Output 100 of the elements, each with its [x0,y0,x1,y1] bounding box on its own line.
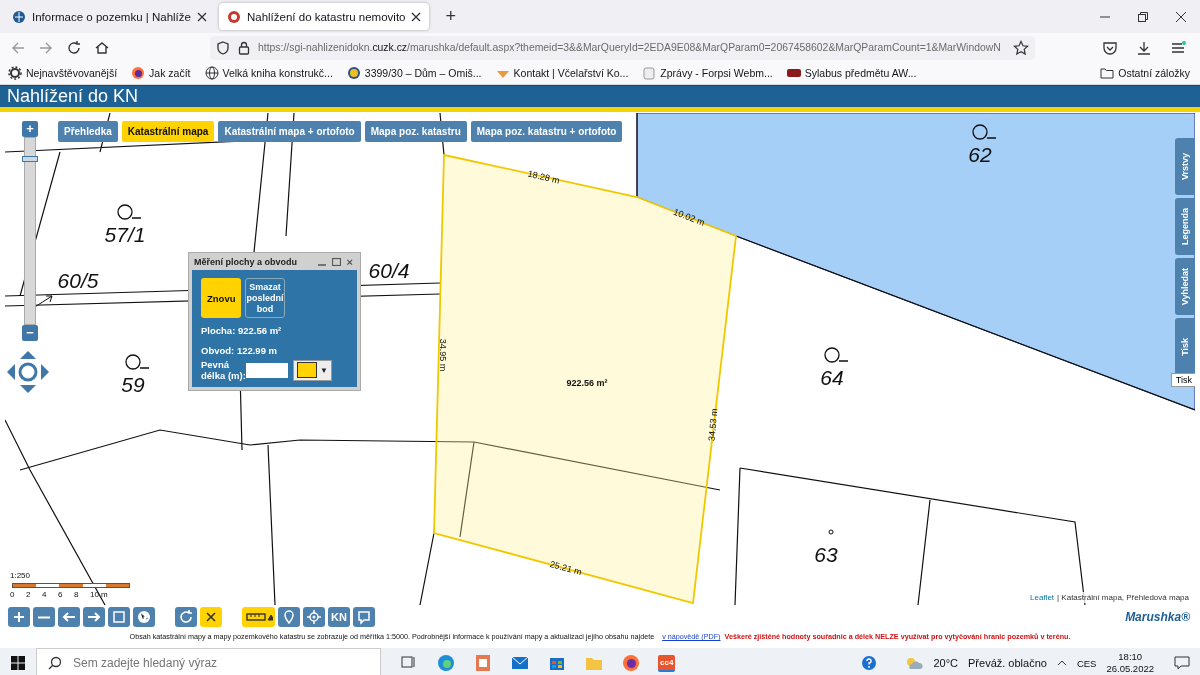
address-bar[interactable]: https://sgi-nahlizenidokn.cuzk.cz/marushka/default.aspx?themeid=3&&MarQueryId=2EDA9E08&MarQParam0=2067458602&MarQParamCount=1&MarWindowN [210,35,1035,60]
perimeter-value: Obvod: 122.99 m [201,345,279,356]
minus-icon [38,615,50,619]
side-panel-tab[interactable]: Tisk [1175,318,1195,375]
zoom-slider-thumb[interactable] [22,156,38,163]
length-label: 34.95 m [438,338,448,372]
zoom-in-button[interactable]: + [22,121,38,137]
close-button[interactable]: × [346,255,357,268]
map-layer-tab[interactable]: Mapa poz. katastru [364,121,467,142]
map-layer-tab[interactable]: Katastrální mapa + ortofoto [218,121,361,142]
zoom-in-button[interactable] [8,607,30,627]
again-button[interactable]: Znovu [201,278,241,318]
locate-button[interactable] [303,607,325,627]
map-layer-tab[interactable]: Katastrální mapa [121,121,215,142]
zoom-out-button[interactable] [33,607,55,627]
powerpoint-icon[interactable] [473,653,493,673]
side-panel-tab[interactable]: Vyhledat [1175,258,1195,315]
selection-button[interactable] [353,607,375,627]
chevron-up-icon[interactable] [1056,660,1067,666]
scale-tick-label: 2 [26,590,32,599]
zoom-slider[interactable] [24,137,36,325]
side-panel-tab[interactable]: Vrstvy [1175,138,1195,195]
refresh-icon [177,608,195,626]
fixed-length-label: Pevná délka (m): [201,359,246,381]
side-panel-tab[interactable]: Legenda [1175,198,1195,255]
pin-button[interactable] [278,607,300,627]
browser-tab[interactable]: Informace o pozemku | Nahlíže [4,3,215,30]
clock-time: 18:10 [1117,651,1144,663]
scale-tick-label: 4 [42,590,48,599]
scale-tick-label: 0 [10,590,16,599]
measure-button[interactable] [242,607,275,627]
edge-icon[interactable] [436,653,456,673]
notification-icon[interactable] [1174,656,1190,670]
close-icon[interactable] [196,11,207,22]
restore-icon[interactable] [1138,11,1148,22]
parcel-number: 60/5 [57,269,99,292]
area-value: Plocha: 922.56 m² [201,325,283,336]
bookmark[interactable]: Jak začít [131,66,191,80]
pocket-icon[interactable] [1102,39,1118,56]
forward-button[interactable] [83,607,105,627]
star-icon[interactable] [1013,39,1029,56]
cadastre-button[interactable]: KN [328,607,350,627]
url-text: https://sgi-nahlizenidokn.cuzk.cz/marushka/default.aspx?themeid=3&&MarQueryId=2EDA9E08&MarQParam0=2067458602&MarQParamCount=1&MarWindowN [258,42,1001,53]
color-dropdown[interactable]: ▼ [293,359,332,381]
parcel-marker-icon [125,354,150,370]
browser-tab[interactable]: Nahlížení do katastru nemovito [218,3,430,30]
globe-button[interactable] [133,607,155,627]
gear-icon [8,66,22,80]
close-icon[interactable] [1176,11,1186,22]
delete-last-point-button[interactable]: Smazat poslední bod [245,278,285,318]
other-bookmarks[interactable]: Ostatní záložky [1100,67,1200,79]
help-icon[interactable] [861,655,878,671]
back-button[interactable] [58,607,80,627]
menu-icon[interactable] [1170,39,1186,56]
length-label: 18.28 m [526,168,561,186]
scale-tick-label: 10 m [90,590,108,599]
close-icon[interactable] [411,11,422,22]
full-extent-button[interactable] [108,607,130,627]
pan-control[interactable] [5,349,51,395]
parcel-number: 64 [820,366,844,389]
fixed-length-field[interactable] [246,362,288,378]
tab-title: Nahlížení do katastru nemovito [246,10,406,23]
maximize-icon[interactable] [331,257,341,266]
shield-icon[interactable] [216,40,230,55]
site-logo-icon [226,9,241,24]
map-layer-tab[interactable]: Přehledka [58,121,118,142]
app-icon[interactable]: cc4 [658,654,676,672]
bookmark[interactable]: Zprávy - Forpsi Webm... [642,66,773,80]
new-tab-button[interactable]: + [439,5,462,28]
taskbar-search-field[interactable]: Sem zadejte hledaný výraz [36,648,381,675]
firefox-icon[interactable] [621,653,641,673]
attribution-text: | Katastrální mapa, Přehledová mapa [1057,593,1189,602]
bookmark[interactable]: Nejnavštěvovanější [8,66,118,80]
parcel-dot-icon [828,529,834,535]
refresh-button[interactable] [175,607,197,627]
globe-logo-icon [12,9,26,24]
length-label: 34.53 m [706,408,720,442]
bookmark[interactable]: Velká kniha konstrukč... [204,66,333,80]
crosshair-icon [305,608,323,626]
home-icon[interactable] [94,39,110,56]
zoom-out-button[interactable]: − [22,325,38,341]
dialog-title: Měření plochy a obvodu [193,256,297,267]
leaflet-link[interactable]: Leaflet [1030,593,1055,602]
length-label: 10.02 m [672,206,707,228]
bookmark[interactable]: 3399/30 – Dům – Omiš... [346,66,482,80]
windows-logo-icon[interactable] [11,656,25,670]
speech-bubble-icon [355,608,373,626]
bookmark[interactable]: Kontakt | Včelařství Ko... [495,66,629,80]
scale-ratio: 1:250 [10,571,32,580]
download-icon[interactable] [1136,39,1152,56]
globe-icon [204,66,219,80]
language-indicator[interactable]: CES [1076,657,1097,669]
map-layer-tab[interactable]: Mapa poz. katastru + ortofoto [470,121,623,142]
reload-icon[interactable] [66,39,82,56]
bookmark[interactable]: Sylabus předmětu AW... [786,66,917,80]
cancel-button[interactable] [200,607,222,627]
temperature: 20°C [933,657,958,669]
lock-icon [238,40,250,55]
parcel-number: 60/4 [368,259,410,282]
clock-date: 26.05.2022 [1106,663,1154,675]
